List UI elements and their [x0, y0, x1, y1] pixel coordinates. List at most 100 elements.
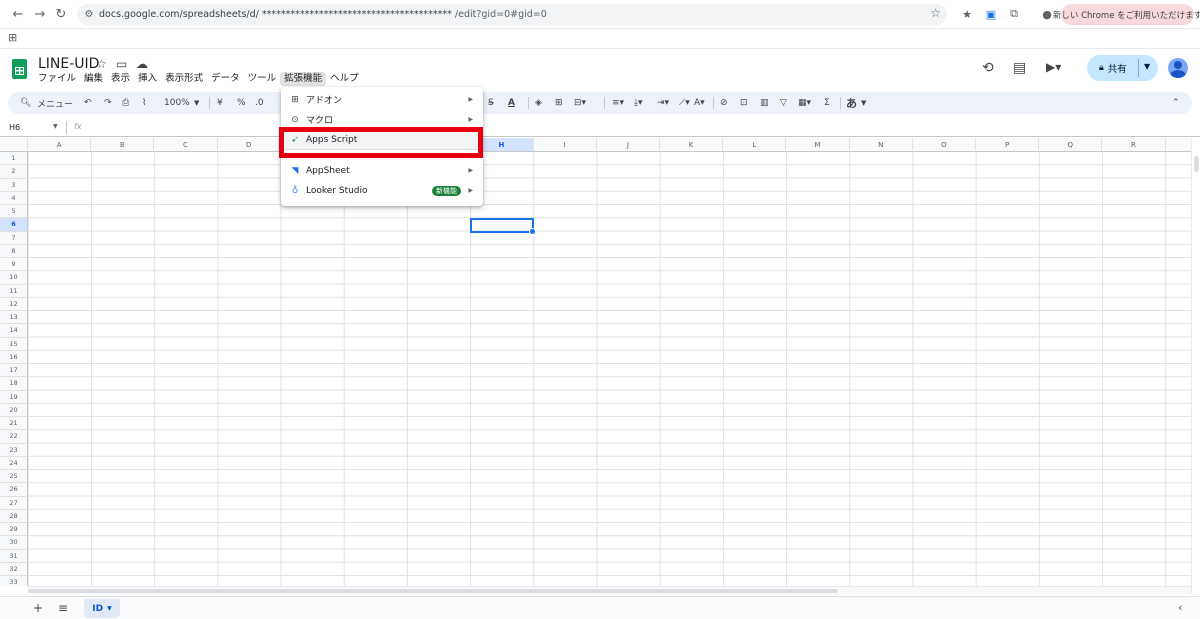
- redo-icon[interactable]: ↷: [104, 92, 112, 114]
- row-header[interactable]: 2: [0, 165, 28, 179]
- column-header[interactable]: K: [660, 138, 724, 152]
- row-header[interactable]: 29: [0, 523, 28, 537]
- column-header[interactable]: B: [91, 138, 155, 152]
- currency-format-button[interactable]: ¥: [217, 92, 223, 114]
- extension-app-icon[interactable]: ▣: [984, 7, 998, 21]
- column-header[interactable]: M: [786, 138, 850, 152]
- column-header[interactable]: P: [976, 138, 1040, 152]
- name-box[interactable]: H6: [9, 123, 20, 132]
- column-header[interactable]: C: [154, 138, 218, 152]
- apps-grid-icon[interactable]: ⊞: [8, 31, 17, 44]
- chrome-update-pill[interactable]: 新しい Chrome をご利用いただけます: [1053, 4, 1200, 25]
- column-header[interactable]: A: [28, 138, 92, 152]
- input-tools-button[interactable]: あ: [846, 92, 857, 114]
- explore-collapse-icon[interactable]: ‹: [1178, 601, 1182, 614]
- row-header[interactable]: 14: [0, 324, 28, 338]
- search-icon[interactable]: 🔍︎: [20, 92, 31, 114]
- scrollbar-thumb[interactable]: [28, 589, 838, 593]
- insert-link-icon[interactable]: ⊘: [720, 92, 728, 114]
- row-header[interactable]: 12: [0, 297, 28, 311]
- row-header[interactable]: 3: [0, 178, 28, 192]
- row-header[interactable]: 27: [0, 496, 28, 510]
- reload-icon[interactable]: ↻: [53, 6, 69, 22]
- vertical-align-icon[interactable]: ⤓▾: [634, 92, 643, 114]
- history-icon[interactable]: ⟲: [982, 60, 994, 76]
- all-sheets-icon[interactable]: ≡: [58, 601, 68, 615]
- extensions-puzzle-icon[interactable]: ⧉: [1007, 7, 1021, 21]
- row-header[interactable]: 19: [0, 390, 28, 404]
- name-box-dropdown-icon[interactable]: ▼: [53, 123, 58, 130]
- text-rotation-icon[interactable]: ⟋▾: [679, 92, 690, 114]
- collapse-toolbar-icon[interactable]: ⌃: [1172, 92, 1180, 114]
- star-icon[interactable]: ☆: [96, 57, 107, 71]
- address-bar[interactable]: ⚙ docs.google.com/spreadsheets/d/ ******…: [77, 4, 947, 25]
- scrollbar-thumb[interactable]: [1194, 156, 1199, 172]
- bookmark-star-icon[interactable]: ☆: [930, 6, 941, 20]
- menu-item-appsheet[interactable]: ◥ AppSheet ▶: [281, 161, 483, 180]
- row-header[interactable]: 11: [0, 284, 28, 298]
- insert-chart-icon[interactable]: ▥: [760, 92, 769, 114]
- meet-video-icon[interactable]: ▶▾: [1046, 60, 1061, 74]
- column-header[interactable]: O: [912, 138, 976, 152]
- row-header[interactable]: 25: [0, 470, 28, 484]
- borders-icon[interactable]: ⊞: [555, 92, 563, 114]
- column-header[interactable]: R: [1102, 138, 1166, 152]
- forward-icon[interactable]: →: [32, 6, 48, 22]
- merge-cells-icon[interactable]: ⊟▾: [574, 92, 586, 114]
- add-sheet-icon[interactable]: +: [33, 601, 43, 615]
- row-header[interactable]: 32: [0, 562, 28, 576]
- selected-cell[interactable]: [470, 218, 536, 235]
- menu-insert[interactable]: 挿入: [134, 72, 161, 86]
- text-wrap-icon[interactable]: ⇥▾: [657, 92, 669, 114]
- row-header[interactable]: 28: [0, 509, 28, 523]
- menu-edit[interactable]: 編集: [80, 72, 107, 86]
- row-header[interactable]: 1: [0, 152, 28, 166]
- row-header[interactable]: 7: [0, 231, 28, 245]
- vertical-scrollbar[interactable]: [1191, 138, 1200, 594]
- horizontal-scrollbar[interactable]: [28, 586, 1191, 594]
- column-header[interactable]: L: [723, 138, 787, 152]
- text-color-icon[interactable]: A: [508, 92, 515, 114]
- row-header[interactable]: 30: [0, 536, 28, 550]
- row-header[interactable]: 10: [0, 271, 28, 285]
- site-info-icon[interactable]: ⚙: [81, 7, 97, 23]
- row-header[interactable]: 5: [0, 205, 28, 219]
- sheet-tab-dropdown-icon[interactable]: ▼: [107, 605, 112, 612]
- document-title[interactable]: LINE-UID: [38, 56, 99, 72]
- insert-comment-icon[interactable]: ⊡: [740, 92, 748, 114]
- sheet-tab[interactable]: ID ▼: [84, 599, 120, 618]
- menu-view[interactable]: 表示: [107, 72, 134, 86]
- zoom-select[interactable]: 100%: [164, 92, 190, 114]
- select-all-corner[interactable]: [0, 138, 28, 152]
- row-header[interactable]: 20: [0, 403, 28, 417]
- sheets-logo-icon[interactable]: [12, 59, 27, 79]
- functions-icon[interactable]: Σ: [824, 92, 830, 114]
- column-header[interactable]: Q: [1039, 138, 1103, 152]
- menu-item-addons[interactable]: ⊞ アドオン ▶: [281, 90, 483, 109]
- back-icon[interactable]: ←: [10, 6, 26, 22]
- row-header[interactable]: 24: [0, 456, 28, 470]
- row-header[interactable]: 18: [0, 377, 28, 391]
- fill-color-icon[interactable]: ◈: [535, 92, 542, 114]
- decrease-decimal-button[interactable]: .0: [255, 92, 264, 114]
- menu-search-input[interactable]: メニュー: [37, 92, 73, 114]
- menu-tools[interactable]: ツール: [244, 72, 281, 86]
- row-header[interactable]: 16: [0, 350, 28, 364]
- row-header[interactable]: 8: [0, 244, 28, 258]
- column-header[interactable]: J: [596, 138, 660, 152]
- row-header[interactable]: 31: [0, 549, 28, 563]
- row-header[interactable]: 17: [0, 364, 28, 378]
- row-header[interactable]: 22: [0, 430, 28, 444]
- menu-item-looker-studio[interactable]: ♁ Looker Studio 新機能 ▶: [281, 181, 483, 200]
- horizontal-align-icon[interactable]: ≡▾: [612, 92, 624, 114]
- paint-format-icon[interactable]: ⌇: [142, 92, 146, 114]
- undo-icon[interactable]: ↶: [84, 92, 92, 114]
- row-header[interactable]: 4: [0, 191, 28, 205]
- menu-help[interactable]: ヘルプ: [326, 72, 363, 86]
- cell-area[interactable]: [28, 152, 1191, 586]
- menu-file[interactable]: ファイル: [34, 72, 80, 86]
- row-header[interactable]: 21: [0, 417, 28, 431]
- filter-icon[interactable]: ▽: [780, 92, 787, 114]
- strikethrough-icon[interactable]: S̶: [488, 92, 494, 114]
- extension-star-icon[interactable]: ★: [960, 7, 974, 21]
